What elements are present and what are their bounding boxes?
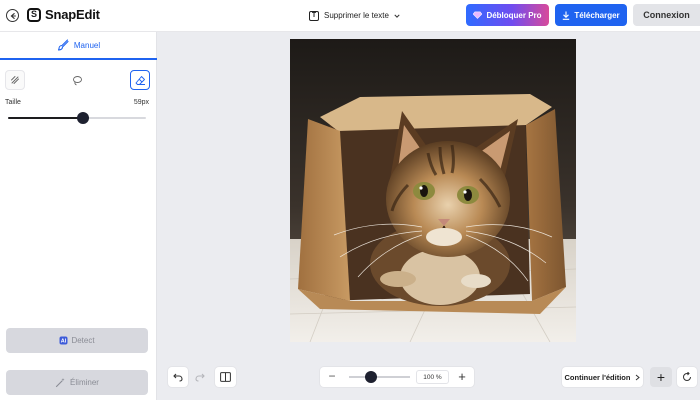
detect-label: Detect [71,336,95,345]
zoom-value[interactable]: 100 % [416,370,449,384]
tab-manual-label: Manuel [73,40,101,50]
unlock-pro-label: Débloquer Pro [486,10,542,20]
brush-size-slider-handle[interactable] [76,112,89,124]
brush-icon [11,76,19,84]
top-header: S SnapEdit T Supprimer le texte Débloque… [0,0,700,32]
compare-button[interactable] [215,367,236,387]
magic-wand-icon [55,378,65,388]
compare-split-icon [220,372,231,382]
tool-eraser[interactable] [130,70,150,90]
chevron-down-icon [394,14,400,18]
continue-editing-label: Continuer l'édition [564,372,631,382]
refresh-icon [683,372,691,381]
redo-button[interactable] [190,367,210,387]
app-logo[interactable]: S SnapEdit [27,7,100,22]
plus-icon: + [656,369,666,385]
svg-text:AI: AI [61,339,67,345]
size-value: 59px [133,99,149,106]
zoom-slider-handle[interactable] [364,371,377,383]
app-name: SnapEdit [45,7,100,22]
erase-label: Éliminer [70,378,99,387]
tool-lasso[interactable] [67,70,87,90]
tab-manual[interactable]: Manuel [0,32,157,60]
brush-size-slider-fill [8,117,83,119]
zoom-in-button[interactable]: + [456,368,468,385]
cat-in-paper-bag-image[interactable] [290,39,576,342]
add-button[interactable]: + [650,367,672,387]
undo-button[interactable] [168,367,188,387]
lasso-icon [72,75,82,85]
snapedit-logo-icon: S [27,7,41,22]
size-label: Taille [5,99,21,106]
reset-button[interactable] [677,367,697,387]
zoom-control: − 100 % + [320,367,474,387]
tool-select-dropdown[interactable]: T Supprimer le texte [306,7,403,24]
brush-icon [57,39,69,51]
text-box-icon: T [309,10,319,21]
erase-button[interactable]: Éliminer [6,370,148,395]
detect-button[interactable]: AI Detect [6,328,148,353]
login-button[interactable]: Connexion [633,4,700,26]
left-sidebar: Manuel Taille 59px AI Detect Éliminer [0,32,157,400]
download-label: Télécharger [574,10,620,20]
zoom-slider[interactable] [349,371,410,383]
brush-size-slider[interactable] [8,112,146,124]
canvas-area: − 100 % + Continuer l'édition + [157,32,700,400]
download-icon [563,11,570,20]
redo-icon [195,373,205,382]
download-button[interactable]: Télécharger [555,4,627,26]
eraser-icon [135,75,145,85]
unlock-pro-button[interactable]: Débloquer Pro [466,4,549,26]
undo-icon [173,373,183,382]
continue-editing-button[interactable]: Continuer l'édition [562,367,643,387]
diamond-icon [473,11,483,19]
tool-brush[interactable] [5,70,25,90]
photo-content [290,39,576,342]
zoom-out-button[interactable]: − [327,369,337,384]
ai-icon: AI [59,336,68,345]
login-label: Connexion [643,10,690,20]
chevron-right-icon [636,374,641,380]
tool-select-label: Supprimer le texte [324,11,389,20]
back-arrow-icon[interactable] [6,9,19,22]
